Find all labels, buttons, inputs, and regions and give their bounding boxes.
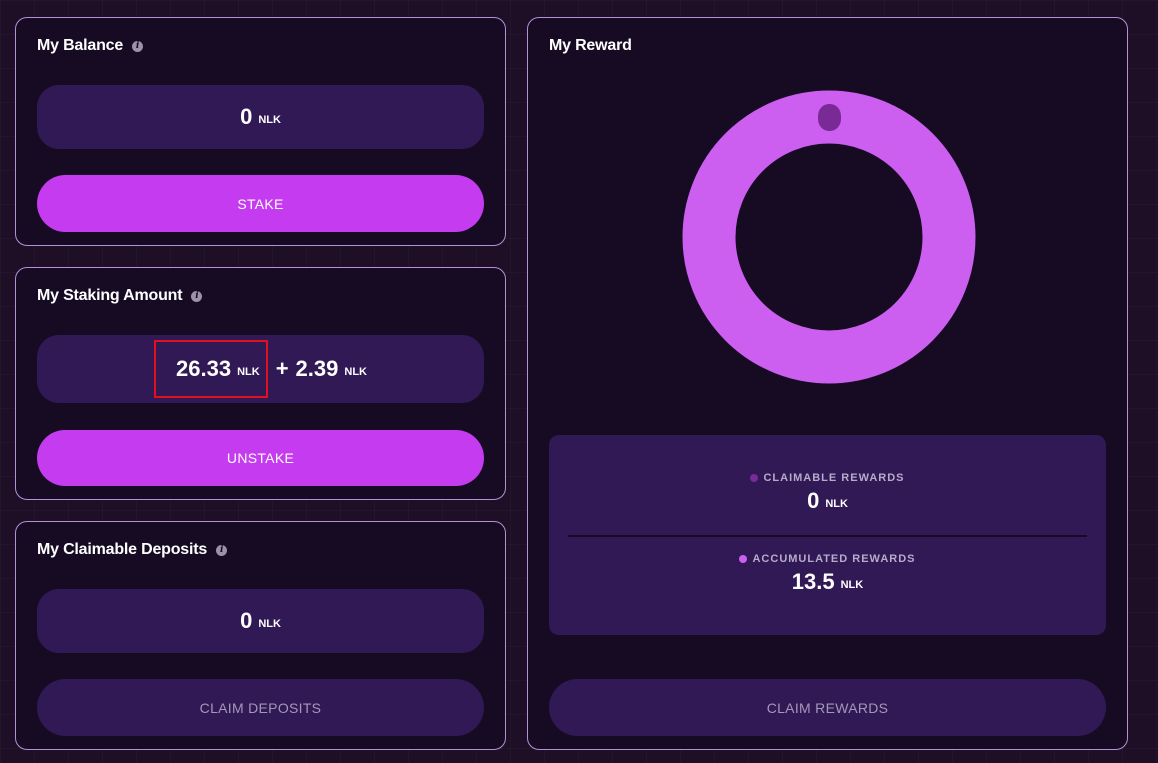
claimable-amount: 0	[807, 488, 820, 513]
claimable-rewards-label: CLAIMABLE REWARDS	[549, 472, 1106, 484]
staking-amount-box: 26.33 NLK + 2.39 NLK	[37, 335, 484, 403]
staked-amount: 26.33	[176, 356, 232, 381]
claimable-rewards-value: 0 NLK	[549, 488, 1106, 514]
info-icon[interactable]: i	[132, 40, 144, 52]
donut-marker-claimable-rewards	[818, 104, 841, 131]
staking-card: My Staking Amount i 26.33 NLK + 2.39 NLK…	[15, 267, 506, 500]
accumulated-amount: 13.5	[791, 569, 835, 594]
claimable-legend-dot	[750, 474, 759, 482]
balance-title-text: My Balance	[37, 37, 124, 54]
accumulated-rewards-row: ACCUMULATED REWARDS 13.5 NLK	[549, 553, 1106, 595]
accumulated-unit: NLK	[840, 579, 864, 591]
info-icon[interactable]: i	[191, 290, 203, 302]
deposits-amount-box: 0 NLK	[37, 589, 484, 653]
deposits-amount: 0	[240, 608, 253, 633]
bonus-amount: 2.39	[295, 356, 339, 381]
claim-rewards-button[interactable]: CLAIM REWARDS	[549, 679, 1106, 736]
accumulated-rewards-label: ACCUMULATED REWARDS	[549, 553, 1106, 565]
reward-donut-chart	[682, 90, 976, 384]
deposits-unit: NLK	[258, 618, 281, 630]
deposits-card: My Claimable Deposits i 0 NLK CLAIM DEPO…	[15, 521, 506, 750]
reward-summary-panel: CLAIMABLE REWARDS 0 NLK ACCUMULATED REWA…	[549, 435, 1106, 635]
unstake-button[interactable]: UNSTAKE	[37, 430, 484, 486]
bonus-unit: NLK	[344, 366, 367, 378]
accumulated-rewards-value: 13.5 NLK	[549, 569, 1106, 595]
deposits-title: My Claimable Deposits i	[37, 541, 228, 559]
stake-button[interactable]: STAKE	[37, 175, 484, 232]
balance-title: My Balance i	[37, 37, 144, 55]
donut-segment-accumulated-rewards	[682, 90, 976, 384]
deposits-title-text: My Claimable Deposits	[37, 541, 208, 558]
staking-title: My Staking Amount i	[37, 287, 203, 305]
claimable-rewards-label-text: CLAIMABLE REWARDS	[763, 472, 905, 484]
claimable-unit: NLK	[825, 498, 848, 510]
reward-divider	[568, 535, 1087, 537]
staking-title-text: My Staking Amount	[37, 287, 183, 304]
info-icon[interactable]: i	[216, 544, 228, 556]
plus-sign: +	[275, 356, 289, 381]
claim-deposits-button[interactable]: CLAIM DEPOSITS	[37, 679, 484, 736]
accumulated-rewards-label-text: ACCUMULATED REWARDS	[752, 553, 916, 565]
reward-card: My Reward CLAIMABLE REWARDS 0 NLK ACCUMU…	[527, 17, 1128, 750]
balance-amount: 0	[240, 104, 253, 129]
balance-amount-box: 0 NLK	[37, 85, 484, 149]
staked-unit: NLK	[237, 366, 260, 378]
reward-title-text: My Reward	[549, 37, 632, 54]
accumulated-legend-dot	[739, 555, 748, 563]
staked-amount-highlight: 26.33 NLK	[154, 340, 268, 398]
balance-unit: NLK	[258, 114, 281, 126]
reward-title: My Reward	[549, 37, 632, 55]
claimable-rewards-row: CLAIMABLE REWARDS 0 NLK	[549, 472, 1106, 514]
balance-card: My Balance i 0 NLK STAKE	[15, 17, 506, 246]
